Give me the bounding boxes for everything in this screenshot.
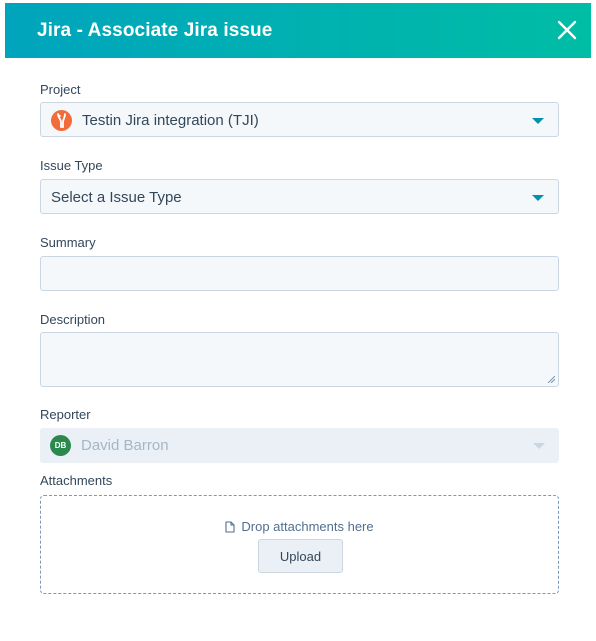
avatar: DB [50, 435, 71, 456]
file-icon [225, 521, 235, 533]
attachments-dropzone[interactable]: Drop attachments here Upload [40, 495, 559, 594]
project-select[interactable]: Testin Jira integration (TJI) [40, 102, 559, 137]
close-icon [557, 20, 577, 40]
chevron-down-icon [532, 118, 544, 124]
associate-jira-issue-dialog: Jira - Associate Jira issue Project Test… [5, 0, 591, 641]
resize-handle-icon[interactable] [547, 375, 555, 383]
reporter-select-value: David Barron [81, 437, 169, 454]
chevron-down-icon [532, 195, 544, 201]
description-label: Description [40, 312, 106, 327]
drop-hint: Drop attachments here [41, 519, 558, 534]
close-button[interactable] [555, 18, 579, 42]
description-textarea[interactable] [40, 332, 559, 387]
issue-type-select-value: Select a Issue Type [51, 189, 182, 206]
reporter-label: Reporter [40, 407, 91, 422]
issue-type-select[interactable]: Select a Issue Type [40, 179, 559, 214]
issue-type-label: Issue Type [40, 158, 103, 173]
chevron-down-icon [533, 443, 545, 449]
summary-input[interactable] [40, 256, 559, 291]
jira-project-icon [51, 110, 72, 131]
reporter-select: DB David Barron [40, 428, 559, 463]
dialog-title: Jira - Associate Jira issue [37, 20, 273, 41]
summary-label: Summary [40, 235, 96, 250]
dialog-header: Jira - Associate Jira issue [5, 3, 591, 58]
project-label: Project [40, 82, 81, 97]
drop-hint-text: Drop attachments here [241, 519, 374, 534]
upload-button[interactable]: Upload [258, 539, 343, 573]
attachments-label: Attachments [40, 473, 113, 488]
project-select-value: Testin Jira integration (TJI) [82, 112, 259, 129]
